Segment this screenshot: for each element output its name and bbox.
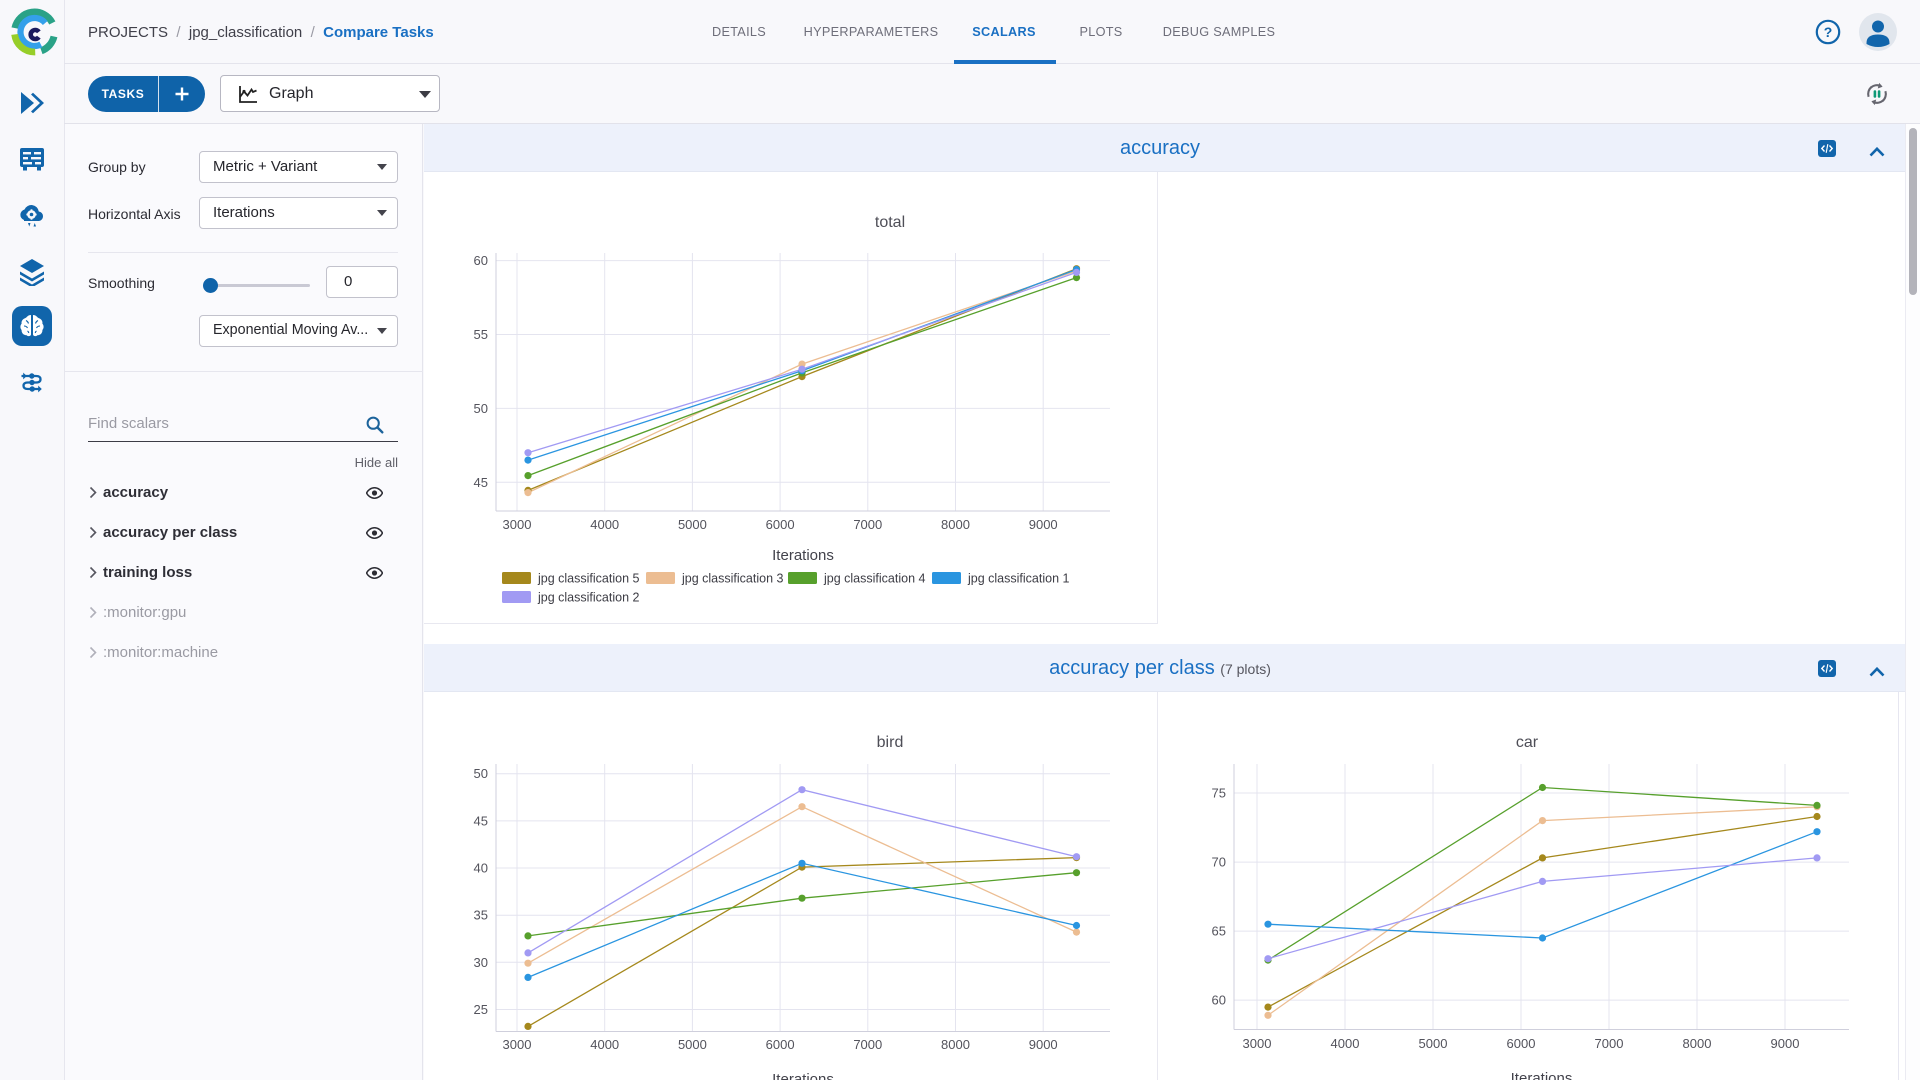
svg-text:8000: 8000 bbox=[941, 1037, 970, 1052]
svg-text:70: 70 bbox=[1212, 855, 1226, 870]
svg-text:5000: 5000 bbox=[678, 517, 707, 532]
svg-text:40: 40 bbox=[474, 861, 488, 876]
svg-text:8000: 8000 bbox=[1683, 1036, 1712, 1051]
svg-text:7000: 7000 bbox=[1595, 1036, 1624, 1051]
svg-text:9000: 9000 bbox=[1029, 517, 1058, 532]
svg-text:4000: 4000 bbox=[1331, 1036, 1360, 1051]
svg-text:25: 25 bbox=[474, 1002, 488, 1017]
svg-text:6000: 6000 bbox=[766, 517, 795, 532]
svg-text:?: ? bbox=[1824, 24, 1833, 40]
svg-text:50: 50 bbox=[474, 766, 488, 781]
svg-text:total: total bbox=[875, 214, 905, 231]
svg-text:Iterations: Iterations bbox=[772, 1071, 834, 1080]
svg-text:jpg classification 2: jpg classification 2 bbox=[537, 591, 639, 605]
svg-text:7000: 7000 bbox=[853, 517, 882, 532]
svg-text:bird: bird bbox=[877, 734, 904, 751]
svg-text:3000: 3000 bbox=[503, 1037, 532, 1052]
svg-text:55: 55 bbox=[474, 327, 488, 342]
svg-text:6000: 6000 bbox=[766, 1037, 795, 1052]
svg-text:45: 45 bbox=[474, 475, 488, 490]
svg-text:50: 50 bbox=[474, 401, 488, 416]
svg-text:30: 30 bbox=[474, 955, 488, 970]
svg-text:car: car bbox=[1516, 734, 1539, 751]
svg-text:5000: 5000 bbox=[678, 1037, 707, 1052]
svg-text:7000: 7000 bbox=[853, 1037, 882, 1052]
svg-text:3000: 3000 bbox=[503, 517, 532, 532]
svg-text:65: 65 bbox=[1212, 924, 1226, 939]
svg-text:3000: 3000 bbox=[1243, 1036, 1272, 1051]
svg-text:4000: 4000 bbox=[590, 1037, 619, 1052]
svg-text:45: 45 bbox=[474, 813, 488, 828]
svg-text:jpg classification 4: jpg classification 4 bbox=[823, 572, 925, 586]
svg-text:60: 60 bbox=[474, 253, 488, 268]
svg-text:60: 60 bbox=[1212, 993, 1226, 1008]
svg-text:5000: 5000 bbox=[1419, 1036, 1448, 1051]
svg-text:35: 35 bbox=[474, 908, 488, 923]
svg-text:Iterations: Iterations bbox=[772, 547, 834, 564]
svg-text:jpg classification 5: jpg classification 5 bbox=[537, 572, 639, 586]
svg-text:4000: 4000 bbox=[590, 517, 619, 532]
svg-text:8000: 8000 bbox=[941, 517, 970, 532]
svg-text:9000: 9000 bbox=[1771, 1036, 1800, 1051]
svg-text:jpg classification 1: jpg classification 1 bbox=[967, 572, 1069, 586]
svg-text:Iterations: Iterations bbox=[1511, 1070, 1573, 1080]
svg-text:9000: 9000 bbox=[1029, 1037, 1058, 1052]
svg-text:6000: 6000 bbox=[1507, 1036, 1536, 1051]
svg-text:75: 75 bbox=[1212, 786, 1226, 801]
svg-text:jpg classification 3: jpg classification 3 bbox=[681, 572, 783, 586]
